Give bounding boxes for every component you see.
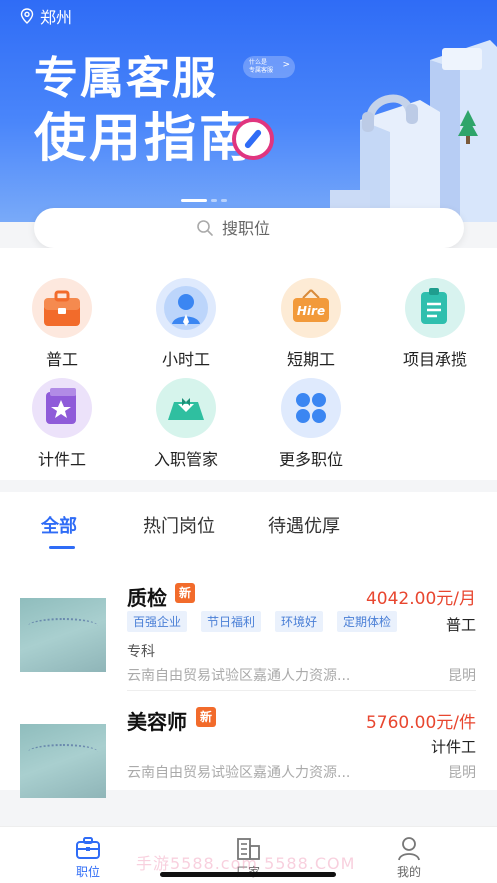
job-type: 计件工 [430,738,476,756]
search-bar[interactable] [34,208,464,248]
promo-banner[interactable]: 郑州 专属客服 使用指南 什么是 专属客服 > [0,0,497,222]
watermark-text: 手游5588.com 5588.COM [136,854,356,873]
nav-label: 我的 [396,865,421,879]
tab-all[interactable]: 全部 [41,512,77,538]
job-education: 专科 [127,644,155,660]
active-tab-indicator [49,546,75,549]
worker-avatar-icon [156,278,216,338]
job-tags: 百强企业 节日福利 环境好 定期体检 [127,611,398,632]
job-title: 质检 [127,586,167,610]
job-tag: 定期体检 [337,611,398,632]
search-input[interactable] [222,218,302,238]
briefcase-icon [76,837,100,859]
job-company: 云南自由贸易试验区嘉通人力资源... [127,668,351,684]
nav-mine[interactable]: 我的 [379,835,439,880]
grid-more-icon [281,378,341,438]
new-badge: 新 [196,707,216,727]
category-piecework[interactable]: 计件工 [7,378,117,470]
category-label: 短期工 [286,350,335,369]
butler-icon [156,378,216,438]
divider [127,690,476,691]
job-company: 云南自由贸易试验区嘉通人力资源... [127,765,351,781]
job-title: 美容师 [127,710,187,734]
category-project-contract[interactable]: 项目承揽 [380,278,490,370]
category-label: 计件工 [37,450,86,469]
home-indicator[interactable] [160,872,336,877]
category-general-worker[interactable]: 普工 [7,278,117,370]
job-tag: 节日福利 [201,611,262,632]
job-tag: 环境好 [275,611,324,632]
category-more-jobs[interactable]: 更多职位 [256,378,366,470]
job-type: 普工 [445,616,476,634]
nav-label: 职位 [75,865,100,879]
category-label: 小时工 [161,350,210,369]
category-short-term[interactable]: Hire 短期工 [256,278,366,370]
hire-sign-icon: Hire [281,278,341,338]
company-thumbnail [20,598,106,672]
banner-pagination [181,199,227,202]
person-icon [398,837,420,861]
hire-sign-text: Hire [297,304,325,318]
job-tabs: 全部 热门岗位 待遇优厚 [0,492,497,562]
pill-chevron-icon: > [282,60,290,70]
tab-good-benefits[interactable]: 待遇优厚 [268,512,340,538]
location-pin-icon [20,8,34,24]
banner-title-line2: 使用指南 [34,109,255,169]
job-city: 昆明 [448,765,476,781]
company-thumbnail [20,724,106,798]
new-badge: 新 [175,583,195,603]
job-list: 质检 新 4042.00元/月 百强企业 节日福利 环境好 定期体检 普工 专科… [0,562,497,798]
category-onboarding-butler[interactable]: 入职管家 [131,378,241,470]
category-label: 更多职位 [278,450,343,469]
isometric-buildings-illustration [330,40,497,222]
category-hourly-worker[interactable]: 小时工 [131,278,241,370]
nav-jobs[interactable]: 职位 [58,835,118,880]
category-label: 项目承揽 [402,350,467,369]
job-salary: 4042.00元/月 [365,589,476,609]
category-grid: 普工 小时工 Hire 短期工 项目承揽 计件工 入职管家 更多职位 [0,248,497,480]
tab-hot-positions[interactable]: 热门岗位 [143,512,215,538]
category-label: 入职管家 [153,450,218,469]
category-label: 普工 [45,350,78,369]
job-salary: 5760.00元/件 [365,713,476,733]
location-selector[interactable]: 郑州 [20,4,72,28]
compass-icon [232,118,274,160]
clipboard-icon [405,278,465,338]
job-city: 昆明 [448,668,476,684]
city-label: 郑州 [40,8,73,27]
star-box-icon [32,378,92,438]
banner-info-pill[interactable]: 什么是 专属客服 > [243,56,295,78]
job-tag: 百强企业 [127,611,188,632]
search-icon [197,220,213,236]
toolbox-icon [32,278,92,338]
